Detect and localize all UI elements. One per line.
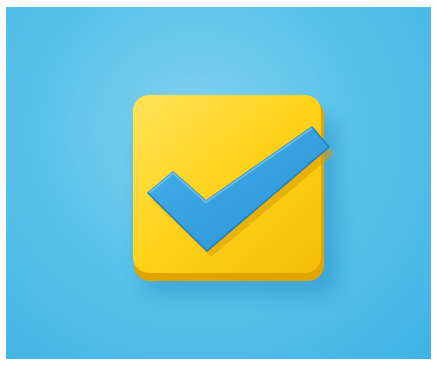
blue-background xyxy=(6,7,431,359)
checkbox-illustration xyxy=(133,95,338,295)
image-frame xyxy=(0,0,437,365)
